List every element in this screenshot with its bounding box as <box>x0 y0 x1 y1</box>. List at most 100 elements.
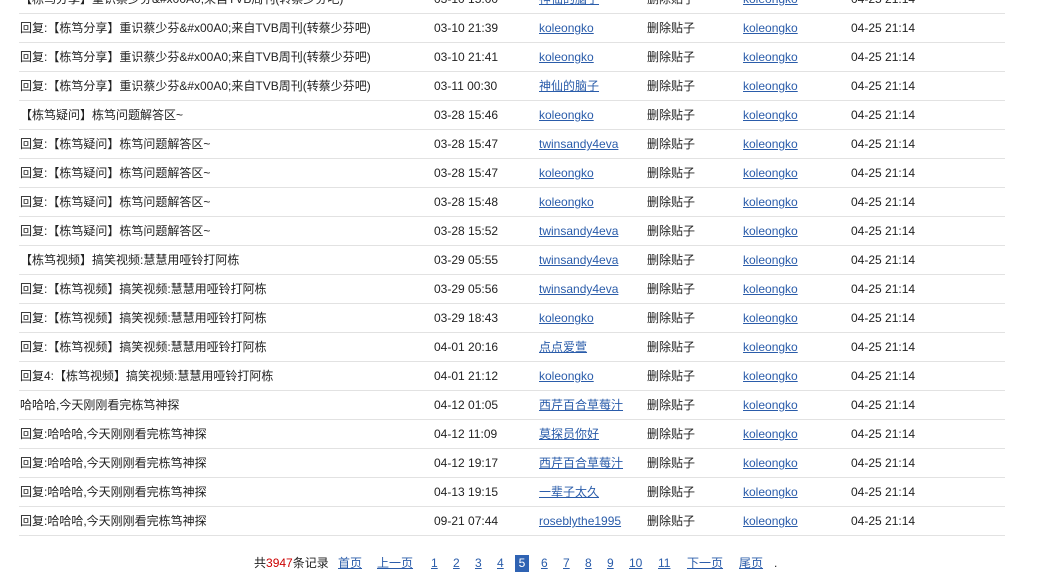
author-link[interactable]: koleongko <box>539 14 594 42</box>
post-time: 09-21 07:44 <box>434 514 499 528</box>
post-time: 03-29 05:55 <box>434 253 499 267</box>
action-label: 删除贴子 <box>647 427 696 441</box>
operator-link[interactable]: koleongko <box>743 333 798 361</box>
action-label: 删除贴子 <box>647 224 696 238</box>
action-label: 删除贴子 <box>647 108 696 122</box>
post-title: 回复:哈哈哈,今天刚刚看完栋笃神探 <box>20 456 207 470</box>
operator-link[interactable]: koleongko <box>743 43 798 71</box>
operation-time: 04-25 21:14 <box>851 282 916 296</box>
action-label: 删除贴子 <box>647 79 696 93</box>
current-page: 5 <box>515 555 529 572</box>
post-time: 03-29 05:56 <box>434 282 499 296</box>
operation-time: 04-25 21:14 <box>851 108 916 122</box>
post-time: 03-28 15:47 <box>434 137 499 151</box>
operator-link[interactable]: koleongko <box>743 101 798 129</box>
action-label: 删除贴子 <box>647 50 696 64</box>
post-title: 【栋笃视频】搞笑视频:慧慧用哑铃打阿栋 <box>20 253 240 267</box>
author-link[interactable]: twinsandy4eva <box>539 130 618 158</box>
post-title: 【栋笃疑问】栋笃问题解答区~ <box>20 108 184 122</box>
table-row: 回复:【栋笃分享】重识蔡少芬&#x00A0;来自TVB周刊(转蔡少芬吧) 03-1… <box>19 72 1005 101</box>
post-title: 回复:哈哈哈,今天刚刚看完栋笃神探 <box>20 514 207 528</box>
post-title: 回复:【栋笃分享】重识蔡少芬&#x00A0;来自TVB周刊(转蔡少芬吧) <box>20 79 371 93</box>
operator-link[interactable]: koleongko <box>743 420 798 448</box>
action-label: 删除贴子 <box>647 398 696 412</box>
page-link-11[interactable]: 11 <box>658 555 670 572</box>
post-time: 04-01 21:12 <box>434 369 499 383</box>
action-label: 删除贴子 <box>647 340 696 354</box>
operator-link[interactable]: koleongko <box>743 507 798 535</box>
post-title: 回复4:【栋笃视频】搞笑视频:慧慧用哑铃打阿栋 <box>20 369 274 383</box>
operation-time: 04-25 21:14 <box>851 485 916 499</box>
page-link-8[interactable]: 8 <box>585 555 592 572</box>
author-link[interactable]: koleongko <box>539 188 594 216</box>
page-link-9[interactable]: 9 <box>607 555 614 572</box>
operation-time: 04-25 21:14 <box>851 398 916 412</box>
page-link-10[interactable]: 10 <box>629 555 642 572</box>
author-link[interactable]: koleongko <box>539 101 594 129</box>
action-label: 删除贴子 <box>647 195 696 209</box>
action-label: 删除贴子 <box>647 456 696 470</box>
author-link[interactable]: 西芹百合草莓汁 <box>539 391 623 419</box>
operator-link[interactable]: koleongko <box>743 217 798 245</box>
page-link-2[interactable]: 2 <box>453 555 460 572</box>
page-link-3[interactable]: 3 <box>475 555 482 572</box>
action-label: 删除贴子 <box>647 311 696 325</box>
operation-time: 04-25 21:14 <box>851 427 916 441</box>
post-time: 03-29 18:43 <box>434 311 499 325</box>
author-link[interactable]: 西芹百合草莓汁 <box>539 449 623 477</box>
page-link-4[interactable]: 4 <box>497 555 504 572</box>
operator-link[interactable]: koleongko <box>743 449 798 477</box>
post-title: 回复:【栋笃分享】重识蔡少芬&#x00A0;来自TVB周刊(转蔡少芬吧) <box>20 50 371 64</box>
post-time: 03-28 15:52 <box>434 224 499 238</box>
author-link[interactable]: 神仙的脑子 <box>539 0 599 13</box>
post-time: 04-13 19:15 <box>434 485 499 499</box>
first-page-link[interactable]: 首页 <box>338 555 362 572</box>
prev-page-link[interactable]: 上一页 <box>377 555 413 572</box>
author-link[interactable]: twinsandy4eva <box>539 275 618 303</box>
operator-link[interactable]: koleongko <box>743 391 798 419</box>
operator-link[interactable]: koleongko <box>743 275 798 303</box>
table-row: 【栋笃疑问】栋笃问题解答区~ 03-28 15:46 koleongko 删除贴子 ko… <box>19 101 1005 130</box>
table-row: 回复:【栋笃视频】搞笑视频:慧慧用哑铃打阿栋 04-01 20:16 点点爱萱 删除贴… <box>19 333 1005 362</box>
author-link[interactable]: koleongko <box>539 362 594 390</box>
deletion-log-list: 【栋笃分享】重识蔡少芬&#x00A0;来自TVB周刊(转蔡少芬吧) 03-10 1… <box>19 0 1005 536</box>
author-link[interactable]: 一辈子太久 <box>539 478 599 506</box>
operator-link[interactable]: koleongko <box>743 188 798 216</box>
page-link-6[interactable]: 6 <box>541 555 548 572</box>
table-row: 回复:【栋笃疑问】栋笃问题解答区~ 03-28 15:47 koleongko 删除贴… <box>19 159 1005 188</box>
table-row: 回复:【栋笃疑问】栋笃问题解答区~ 03-28 15:47 twinsandy4ev… <box>19 130 1005 159</box>
next-page-link[interactable]: 下一页 <box>687 555 723 572</box>
operation-time: 04-25 21:14 <box>851 311 916 325</box>
author-link[interactable]: koleongko <box>539 159 594 187</box>
post-title: 【栋笃分享】重识蔡少芬&#x00A0;来自TVB周刊(转蔡少芬吧) <box>20 0 343 13</box>
author-link[interactable]: 莫探员你好 <box>539 420 599 448</box>
operator-link[interactable]: koleongko <box>743 72 798 100</box>
operation-time: 04-25 21:14 <box>851 137 916 151</box>
author-link[interactable]: koleongko <box>539 43 594 71</box>
post-title: 回复:【栋笃分享】重识蔡少芬&#x00A0;来自TVB周刊(转蔡少芬吧) <box>20 21 371 35</box>
page-link-7[interactable]: 7 <box>563 555 570 572</box>
operator-link[interactable]: koleongko <box>743 159 798 187</box>
operator-link[interactable]: koleongko <box>743 130 798 158</box>
operator-link[interactable]: koleongko <box>743 14 798 42</box>
post-time: 03-28 15:47 <box>434 166 499 180</box>
operator-link[interactable]: koleongko <box>743 304 798 332</box>
operator-link[interactable]: koleongko <box>743 478 798 506</box>
operator-link[interactable]: koleongko <box>743 246 798 274</box>
author-link[interactable]: twinsandy4eva <box>539 246 618 274</box>
page-link-1[interactable]: 1 <box>431 555 438 572</box>
author-link[interactable]: koleongko <box>539 304 594 332</box>
operation-time: 04-25 21:14 <box>851 456 916 470</box>
author-link[interactable]: 神仙的脑子 <box>539 72 599 100</box>
operator-link[interactable]: koleongko <box>743 362 798 390</box>
last-page-link[interactable]: 尾页 <box>739 555 763 572</box>
post-title: 回复:【栋笃疑问】栋笃问题解答区~ <box>20 195 211 209</box>
operator-link[interactable]: koleongko <box>743 0 798 13</box>
author-link[interactable]: twinsandy4eva <box>539 217 618 245</box>
operation-time: 04-25 21:14 <box>851 21 916 35</box>
table-row: 回复:【栋笃疑问】栋笃问题解答区~ 03-28 15:52 twinsandy4ev… <box>19 217 1005 246</box>
post-title: 回复:【栋笃视频】搞笑视频:慧慧用哑铃打阿栋 <box>20 340 267 354</box>
action-label: 删除贴子 <box>647 282 696 296</box>
author-link[interactable]: 点点爱萱 <box>539 333 587 361</box>
author-link[interactable]: roseblythe1995 <box>539 507 621 535</box>
